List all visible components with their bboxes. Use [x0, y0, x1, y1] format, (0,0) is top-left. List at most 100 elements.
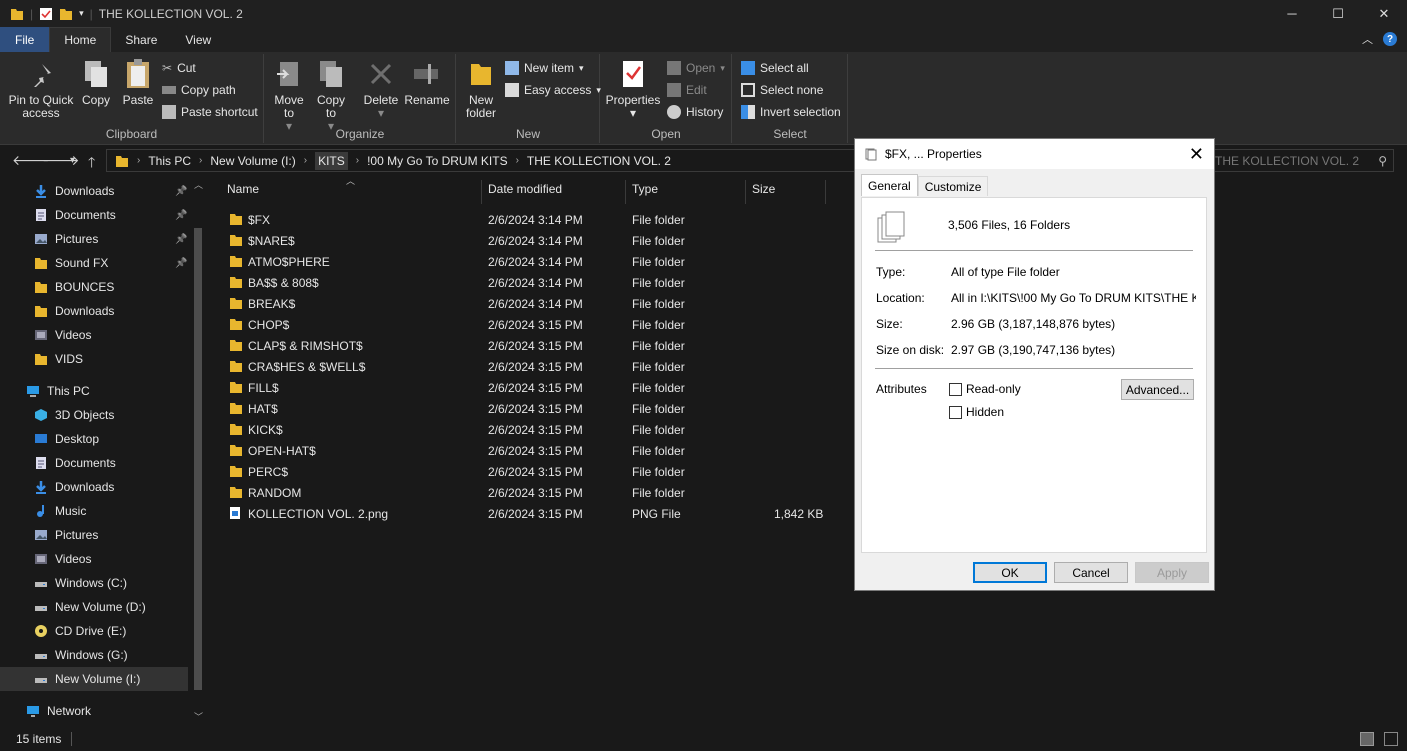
column-header-date[interactable]: Date modified [488, 182, 562, 201]
copy-to-button[interactable]: Copy to ▾ [313, 58, 349, 133]
close-icon[interactable]: ✕ [1189, 144, 1204, 165]
column-header-name[interactable]: Name [227, 182, 259, 201]
this-pc-item[interactable]: Desktop [0, 427, 188, 451]
nav-network[interactable]: Network [0, 699, 188, 723]
column-header-size[interactable]: Size [752, 182, 775, 201]
large-icons-view-icon[interactable] [1384, 732, 1398, 746]
cut-button[interactable]: ✂ Cut [162, 58, 196, 78]
open-button[interactable]: Open ▾ [667, 58, 725, 78]
apply-button[interactable]: Apply [1135, 562, 1209, 583]
chevron-right-icon[interactable]: › [304, 155, 307, 166]
nav-scrollbar[interactable]: ︿ ﹀ [190, 176, 206, 726]
up-icon[interactable]: 🡑 [88, 152, 95, 176]
column-header-type[interactable]: Type [632, 182, 658, 201]
quick-access-item[interactable]: Downloads 📌 [0, 179, 188, 203]
file-row[interactable]: CLAP$ & RIMSHOT$ 2/6/2024 3:15 PM File fol… [221, 335, 831, 356]
new-folder-icon[interactable] [59, 7, 73, 21]
minimize-icon[interactable]: ─ [1269, 0, 1315, 27]
advanced-button[interactable]: Advanced... [1121, 379, 1194, 400]
column-divider[interactable] [625, 180, 626, 204]
breadcrumb-new-volume[interactable]: New Volume (I:) [210, 154, 295, 168]
tab-general[interactable]: General [861, 174, 918, 196]
paste-button[interactable]: Paste [120, 58, 156, 107]
tab-home[interactable]: Home [49, 27, 112, 52]
file-row[interactable]: OPEN-HAT$ 2/6/2024 3:15 PM File folder [221, 440, 831, 461]
new-folder-button[interactable]: New folder [461, 58, 501, 120]
copy-button[interactable]: Copy [78, 58, 114, 107]
move-to-button[interactable]: Move to ▾ [271, 58, 307, 133]
edit-button[interactable]: Edit [667, 80, 707, 100]
new-item-button[interactable]: New item ▾ [505, 58, 584, 78]
easy-access-button[interactable]: Easy access ▾ [505, 80, 601, 100]
tab-view[interactable]: View [171, 27, 225, 52]
file-row[interactable]: KOLLECTION VOL. 2.png 2/6/2024 3:15 PM PNG… [221, 503, 831, 524]
chevron-right-icon[interactable]: › [137, 155, 140, 166]
select-none-button[interactable]: Select none [741, 80, 823, 100]
tab-customize[interactable]: Customize [917, 176, 989, 196]
quick-access-item[interactable]: VIDS [0, 347, 188, 371]
file-row[interactable]: KICK$ 2/6/2024 3:15 PM File folder [221, 419, 831, 440]
properties-button[interactable]: Properties ▾ [605, 58, 661, 120]
scroll-thumb[interactable] [194, 228, 202, 690]
ok-button[interactable]: OK [973, 562, 1047, 583]
file-row[interactable]: BA$$ & 808$ 2/6/2024 3:14 PM File folder [221, 272, 831, 293]
search-icon[interactable]: ⚲ [1378, 154, 1387, 168]
invert-selection-button[interactable]: Invert selection [741, 102, 841, 122]
this-pc-item[interactable]: Videos [0, 547, 188, 571]
file-row[interactable]: RANDOM 2/6/2024 3:15 PM File folder [221, 482, 831, 503]
this-pc-item[interactable]: New Volume (I:) [0, 667, 188, 691]
customize-toolbar-icon[interactable]: ▾ [79, 8, 84, 19]
this-pc-item[interactable]: CD Drive (E:) [0, 619, 188, 643]
file-row[interactable]: HAT$ 2/6/2024 3:15 PM File folder [221, 398, 831, 419]
file-row[interactable]: CHOP$ 2/6/2024 3:15 PM File folder [221, 314, 831, 335]
cancel-button[interactable]: Cancel [1054, 562, 1128, 583]
tab-share[interactable]: Share [111, 27, 171, 52]
this-pc-item[interactable]: New Volume (D:) [0, 595, 188, 619]
breadcrumb-kits[interactable]: KITS [315, 151, 348, 170]
select-all-button[interactable]: Select all [741, 58, 809, 78]
rename-button[interactable]: Rename [404, 58, 450, 107]
file-row[interactable]: $NARE$ 2/6/2024 3:14 PM File folder [221, 230, 831, 251]
quick-access-item[interactable]: BOUNCES [0, 275, 188, 299]
paste-shortcut-button[interactable]: Paste shortcut [162, 102, 258, 122]
file-row[interactable]: FILL$ 2/6/2024 3:15 PM File folder [221, 377, 831, 398]
file-row[interactable]: CRA$HES & $WELL$ 2/6/2024 3:15 PM File fol… [221, 356, 831, 377]
delete-button[interactable]: Delete ▾ [363, 58, 399, 120]
column-divider[interactable] [825, 180, 826, 204]
column-divider[interactable] [481, 180, 482, 204]
nav-this-pc[interactable]: This PC [0, 379, 188, 403]
scroll-up-icon[interactable]: ︿ [194, 178, 203, 191]
readonly-checkbox[interactable]: Read-only [949, 382, 1021, 396]
chevron-right-icon[interactable]: › [356, 155, 359, 166]
maximize-icon[interactable]: ☐ [1315, 0, 1361, 27]
this-pc-item[interactable]: Documents [0, 451, 188, 475]
search-input[interactable]: THE KOLLECTION VOL. 2 ⚲ [1212, 149, 1394, 172]
quick-access-item[interactable]: Videos [0, 323, 188, 347]
quick-access-item[interactable]: Downloads [0, 299, 188, 323]
this-pc-item[interactable]: Windows (G:) [0, 643, 188, 667]
file-row[interactable]: ATMO$PHERE 2/6/2024 3:14 PM File folder [221, 251, 831, 272]
hidden-checkbox[interactable]: Hidden [949, 405, 1004, 419]
this-pc-item[interactable]: Windows (C:) [0, 571, 188, 595]
chevron-right-icon[interactable]: › [516, 155, 519, 166]
column-divider[interactable] [745, 180, 746, 204]
pin-quick-access-button[interactable]: Pin to Quick access [8, 58, 74, 120]
breadcrumb-this-pc[interactable]: This PC [148, 154, 191, 168]
close-icon[interactable]: ✕ [1361, 0, 1407, 27]
checkbox-box[interactable] [949, 405, 962, 419]
scroll-down-icon[interactable]: ﹀ [194, 710, 203, 723]
chevron-right-icon[interactable]: › [199, 155, 202, 166]
breadcrumb-drum-kits[interactable]: !00 My Go To DRUM KITS [367, 154, 507, 168]
tab-file[interactable]: File [0, 27, 50, 52]
this-pc-item[interactable]: Downloads [0, 475, 188, 499]
this-pc-item[interactable]: Music [0, 499, 188, 523]
help-icon[interactable]: ? [1383, 32, 1397, 46]
details-view-icon[interactable] [1360, 732, 1374, 746]
recent-locations-icon[interactable]: ▾ [70, 155, 75, 166]
checkbox-box[interactable] [949, 382, 962, 396]
history-button[interactable]: History [667, 102, 723, 122]
properties-icon[interactable] [39, 7, 53, 21]
this-pc-item[interactable]: 3D Objects [0, 403, 188, 427]
quick-access-item[interactable]: Pictures 📌 [0, 227, 188, 251]
copy-path-button[interactable]: Copy path [162, 80, 236, 100]
